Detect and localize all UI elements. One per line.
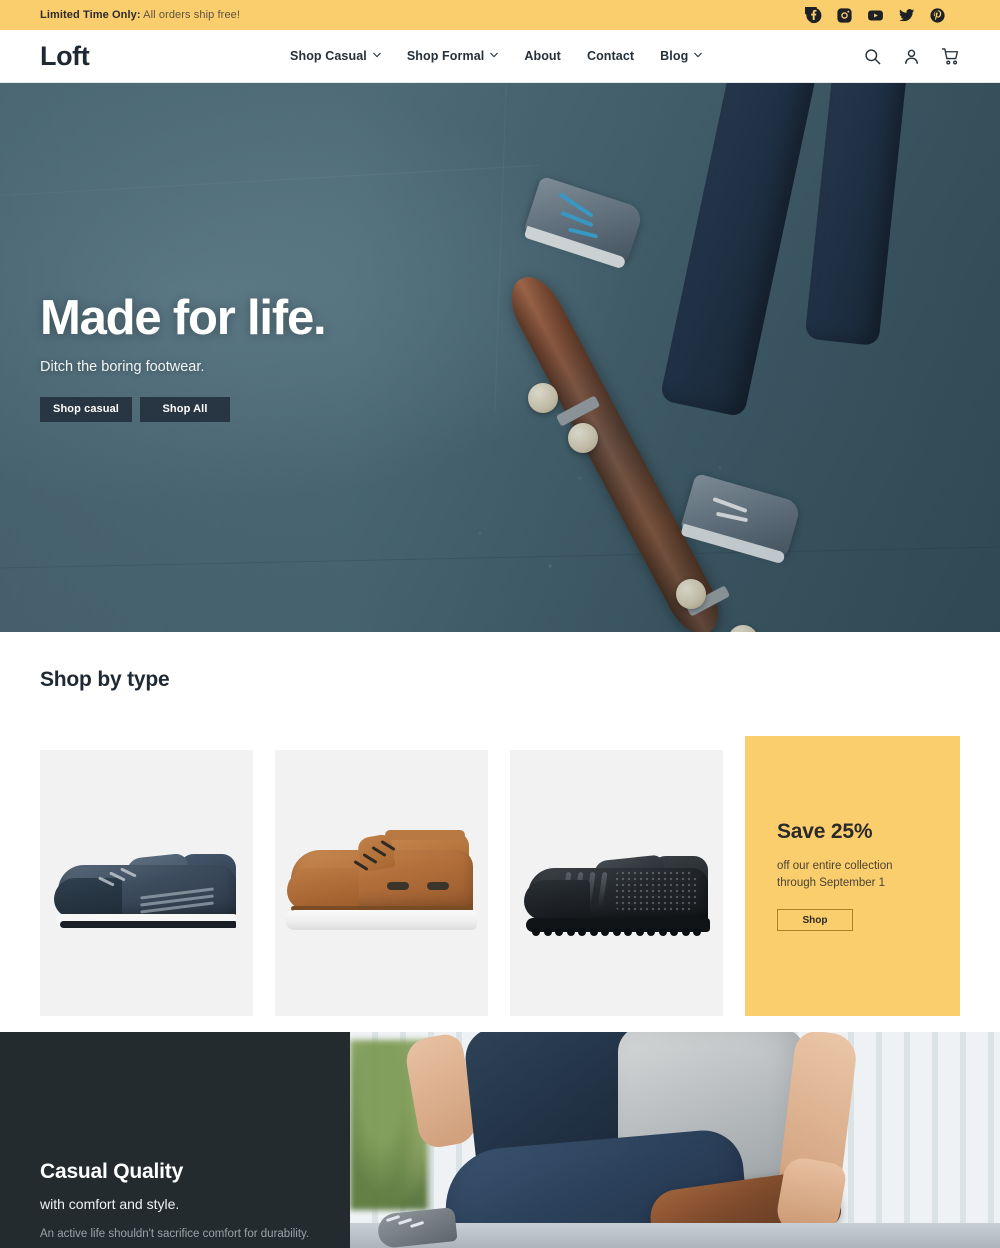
feature-title: Casual Quality [40, 1160, 184, 1183]
feature-image [350, 1032, 1000, 1248]
boot-collar [385, 830, 465, 840]
shoe-perforations [614, 870, 696, 912]
shoe-sole-nubs [532, 928, 704, 937]
product-card-tan-boot[interactable] [275, 750, 488, 1016]
hero-subtitle: Ditch the boring footwear. [40, 358, 205, 375]
announcement-bold: Limited Time Only: [40, 9, 141, 21]
twitter-icon[interactable] [898, 7, 915, 24]
search-icon[interactable] [863, 47, 882, 66]
hero-buttons: Shop casual Shop All [40, 396, 325, 422]
header-actions [863, 47, 960, 66]
chevron-down-icon [373, 51, 381, 59]
nav-label: Blog [660, 49, 689, 63]
shop-by-type-section: Shop by type Save 25% off our entire col… [0, 632, 1000, 1016]
hero-banner: Made for life. Ditch the boring footwear… [0, 83, 1000, 632]
site-header: Loft Shop Casual Shop Formal About Conta… [0, 30, 1000, 83]
announcement-rest: All orders ship free! [140, 9, 241, 21]
nav-label: Shop Formal [406, 49, 485, 63]
promo-title: Save 25% [777, 820, 873, 843]
nav-item-about[interactable]: About [524, 49, 561, 63]
pinterest-icon[interactable] [929, 7, 946, 24]
shoe-laces [351, 839, 403, 876]
promo-line-1: off our entire collection [777, 860, 893, 872]
announcement-bar: Limited Time Only: All orders ship free! [0, 0, 1000, 30]
shop-casual-button[interactable]: Shop casual [40, 396, 132, 422]
chevron-down-icon [694, 51, 703, 59]
instagram-icon[interactable] [836, 7, 853, 24]
main-nav: Shop Casual Shop Formal About Contact Bl… [250, 49, 703, 63]
shoe-toe [287, 868, 359, 910]
shoe-laces [385, 1214, 426, 1228]
hero-title: Made for life. [40, 291, 327, 346]
account-icon[interactable] [902, 47, 921, 66]
feature-body: An active life shouldn't sacrifice comfo… [40, 1228, 310, 1240]
promo-copy: off our entire collection through Septem… [777, 858, 936, 891]
feature-subtitle: with comfort and style. [40, 1196, 180, 1212]
product-card-navy-sneaker[interactable] [40, 750, 253, 1016]
nav-item-contact[interactable]: Contact [587, 49, 634, 63]
black-slipon-image [510, 750, 723, 1016]
product-card-black-slipon[interactable] [510, 750, 723, 1016]
nav-item-shop-formal[interactable]: Shop Formal [407, 49, 499, 63]
section-title: Shop by type [40, 668, 170, 691]
nav-item-shop-casual[interactable]: Shop Casual [290, 49, 381, 63]
announcement-text: Limited Time Only: All orders ship free! [40, 9, 240, 21]
shop-all-button[interactable]: Shop All [140, 396, 230, 422]
nav-label: About [524, 49, 561, 63]
navy-sneaker-image [40, 750, 253, 1016]
promo-card[interactable]: Save 25% off our entire collection throu… [745, 736, 960, 1016]
shoe-eyelets [387, 882, 451, 892]
cart-icon[interactable] [941, 47, 960, 66]
shoe-laces [98, 867, 150, 890]
tan-boot-image [275, 750, 488, 1016]
shoe-toe [524, 880, 590, 920]
promo-line-2: through September 1 [777, 876, 886, 889]
shoe-sole [285, 910, 477, 930]
shoe-outsole [60, 921, 236, 928]
youtube-icon[interactable] [867, 7, 884, 24]
nav-item-blog[interactable]: Blog [660, 49, 703, 63]
social-links [805, 6, 946, 24]
promo-shop-button[interactable]: Shop [777, 909, 853, 932]
nav-label: Shop Casual [290, 49, 367, 63]
facebook-icon[interactable] [805, 6, 822, 24]
nav-label: Contact [586, 49, 635, 63]
feature-band: Casual Quality with comfort and style. A… [0, 1032, 1000, 1248]
feature-text-panel: Casual Quality with comfort and style. A… [0, 1032, 350, 1248]
hero-content: Made for life. Ditch the boring footwear… [40, 83, 327, 632]
logo[interactable]: Loft [40, 41, 90, 72]
shoe-stripes [140, 887, 214, 913]
product-card-grid: Save 25% off our entire collection throu… [40, 736, 960, 1016]
chevron-down-icon [490, 51, 499, 59]
